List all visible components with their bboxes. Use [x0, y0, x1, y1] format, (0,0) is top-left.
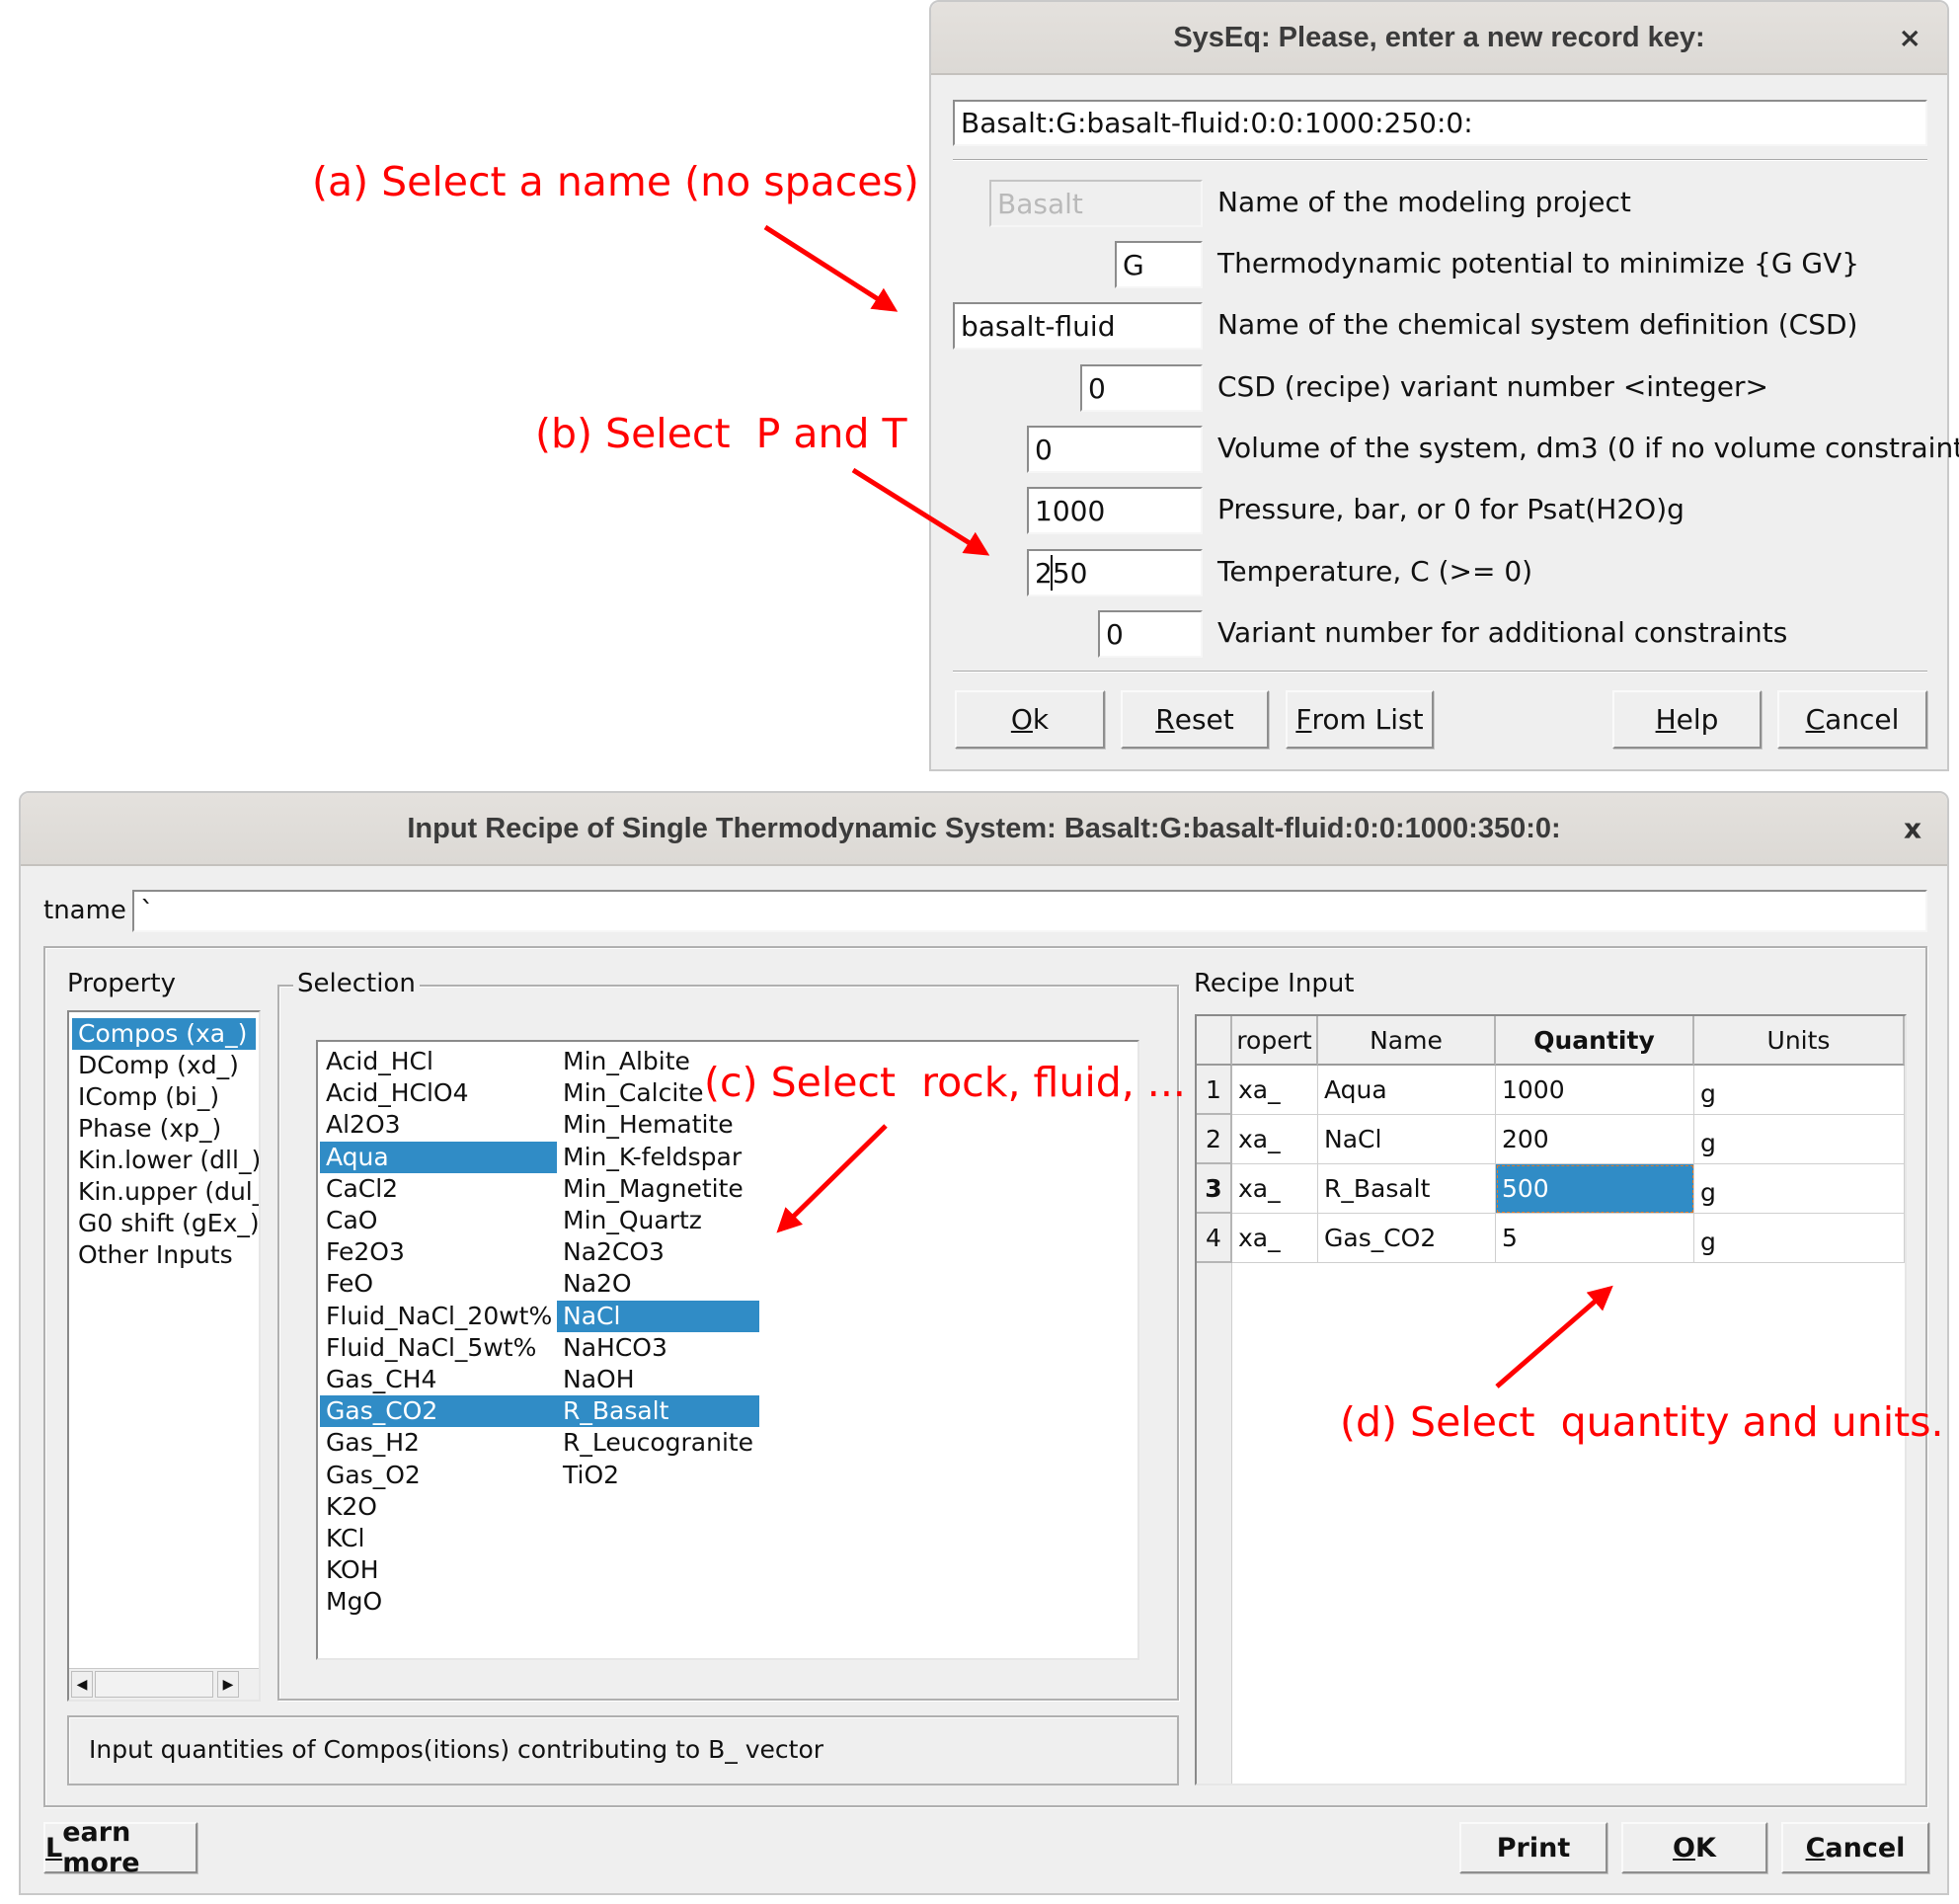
annotation-arrows: [763, 224, 1613, 1388]
arrow-b-icon: [851, 467, 990, 556]
arrow-d-icon: [1495, 1285, 1613, 1388]
arrow-c-icon: [776, 1124, 888, 1233]
arrow-a-icon: [763, 224, 899, 312]
